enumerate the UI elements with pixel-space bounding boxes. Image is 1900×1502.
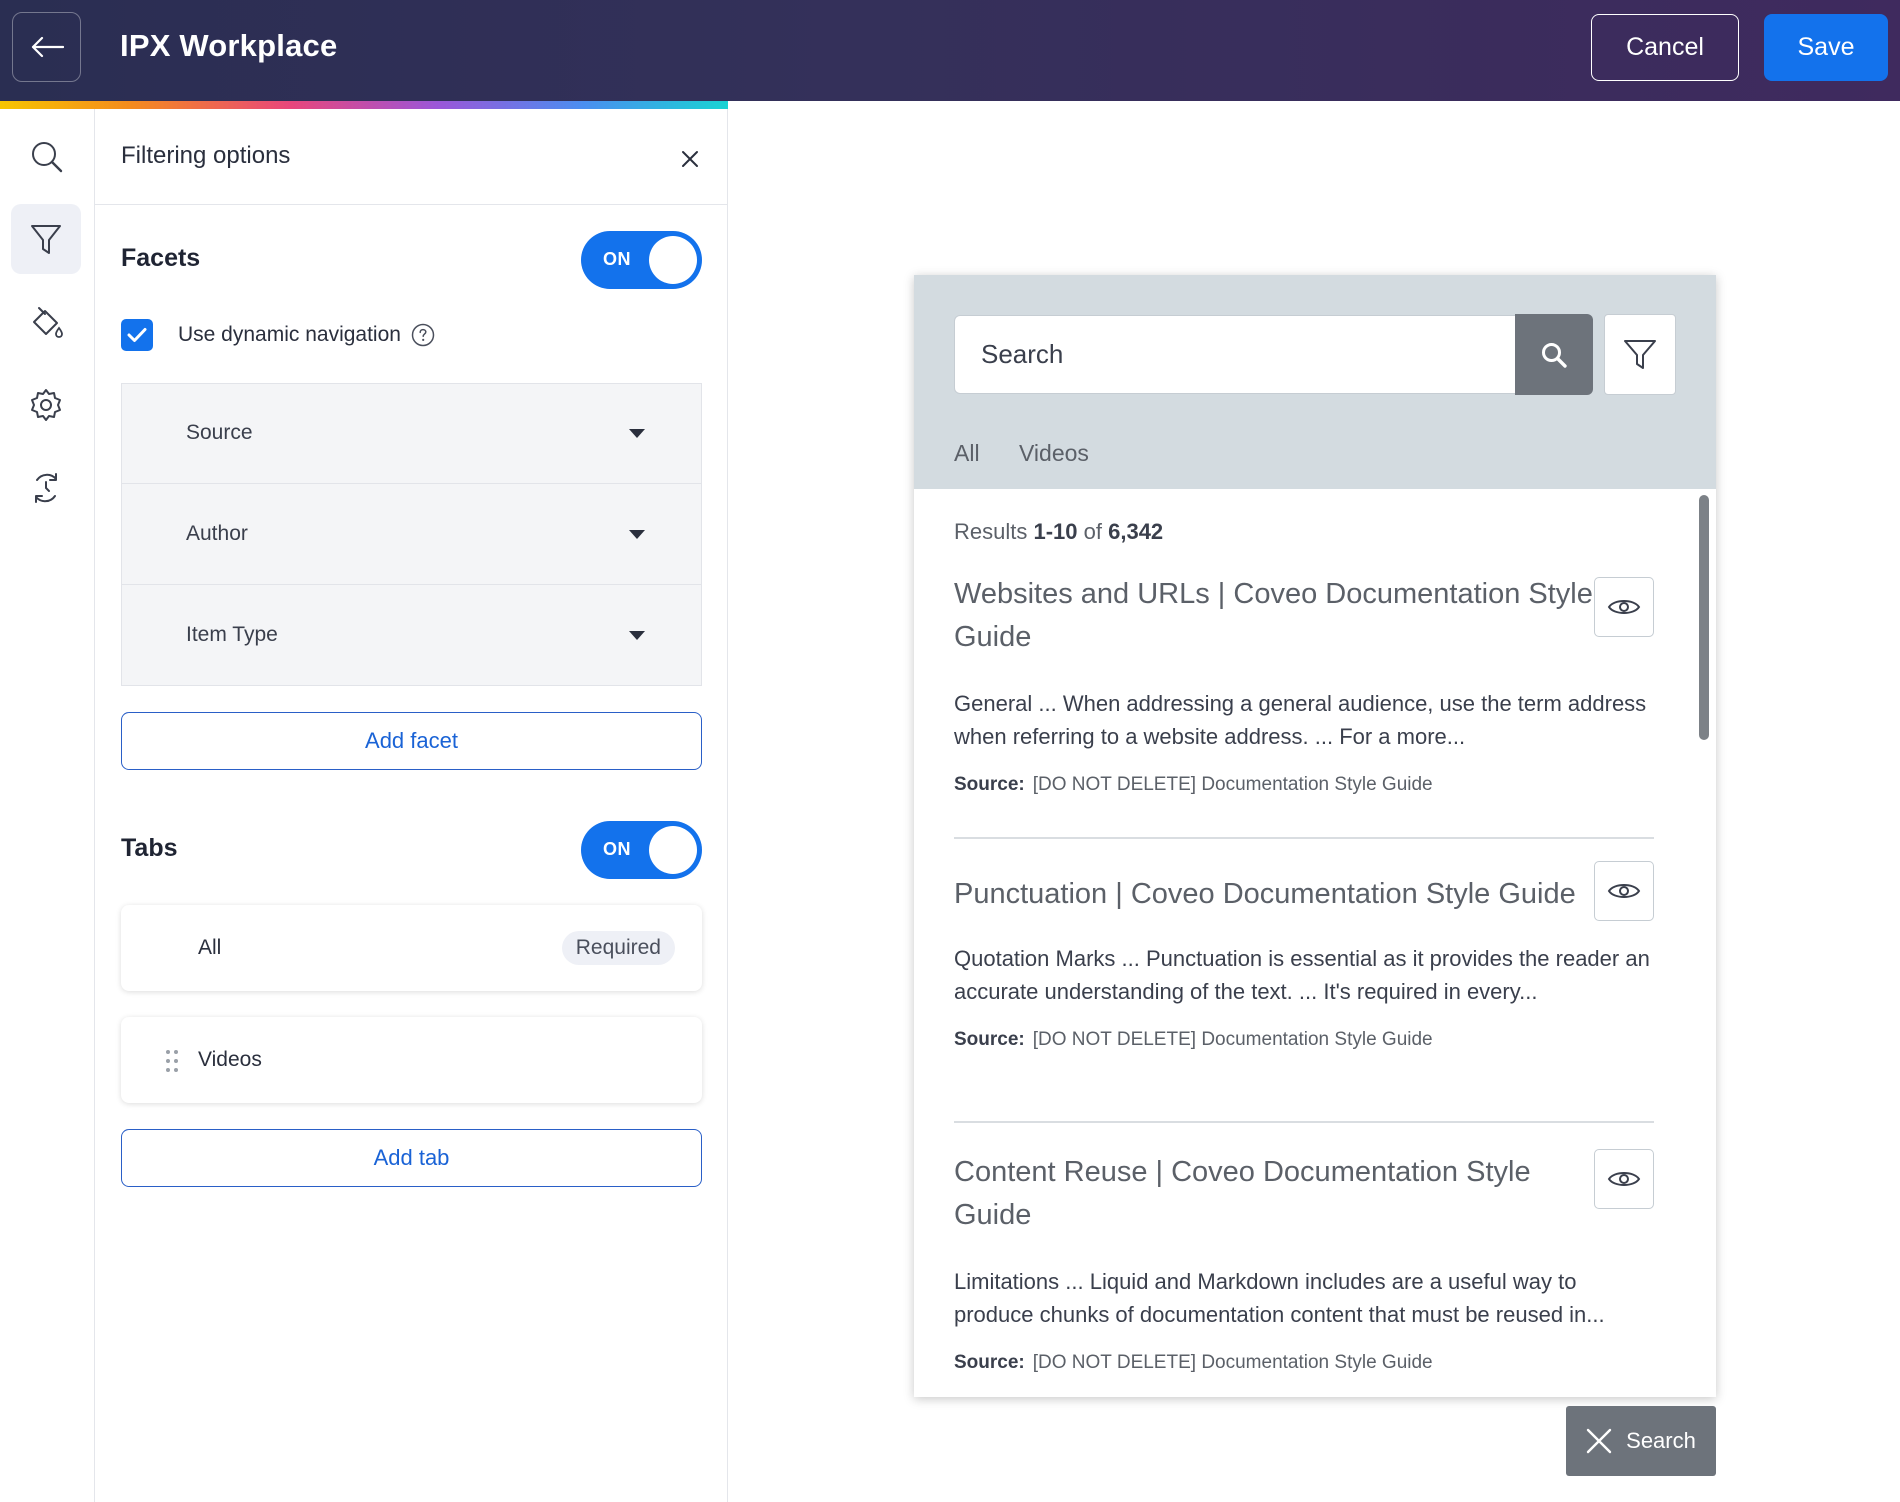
dynamic-navigation-checkbox[interactable] <box>121 319 153 351</box>
eye-icon <box>1607 1172 1641 1186</box>
preview-tab-videos[interactable]: Videos <box>1019 440 1089 467</box>
cancel-button[interactable]: Cancel <box>1591 14 1739 81</box>
back-button[interactable] <box>12 12 81 82</box>
required-badge: Required <box>561 931 675 965</box>
preview-tab-all[interactable]: All <box>954 440 980 467</box>
preview-filter-button[interactable] <box>1604 314 1676 395</box>
facets-label: Facets <box>121 244 201 272</box>
results-list: Results 1-10 of 6,342 Websites and URLs … <box>914 489 1716 1397</box>
close-icon <box>682 151 698 167</box>
checkmark-icon <box>127 328 147 342</box>
source-value: [DO NOT DELETE] Documentation Style Guid… <box>1032 1029 1433 1050</box>
result-divider <box>954 1121 1654 1123</box>
facet-list: Source Author Item Type <box>121 383 702 686</box>
eye-icon <box>1607 600 1641 614</box>
facet-item-source[interactable]: Source <box>122 384 701 484</box>
tabs-toggle[interactable]: ON <box>581 821 702 879</box>
drag-handle-icon[interactable] <box>165 1049 179 1073</box>
toggle-knob <box>649 826 697 874</box>
source-label: Source: <box>954 1029 1025 1050</box>
dynamic-navigation-label: Use dynamic navigation <box>178 323 401 346</box>
results-scrollbar[interactable] <box>1699 495 1709 740</box>
close-icon <box>1586 1428 1612 1454</box>
result-source: Source: [DO NOT DELETE] Documentation Sty… <box>954 1029 1433 1051</box>
result-title-link[interactable]: Websites and URLs | Coveo Documentation … <box>954 573 1594 659</box>
paint-bucket-icon <box>33 307 63 338</box>
caret-down-icon <box>629 631 645 640</box>
preview-search-header: Search All Videos <box>914 275 1716 489</box>
facet-item-author[interactable]: Author <box>122 485 701 585</box>
preview-search-button[interactable] <box>1515 314 1593 395</box>
facets-toggle[interactable]: ON <box>581 231 702 289</box>
preview-search-input[interactable]: Search <box>954 315 1516 394</box>
close-panel-button[interactable] <box>676 145 704 173</box>
summary-of: of <box>1077 519 1109 544</box>
summary-range: 1-10 <box>1033 519 1078 544</box>
quickview-button[interactable] <box>1594 861 1654 921</box>
caret-down-icon <box>629 429 645 438</box>
tab-item-all[interactable]: All Required <box>121 905 702 991</box>
tab-item-videos[interactable]: Videos <box>121 1017 702 1103</box>
source-value: [DO NOT DELETE] Documentation Style Guid… <box>1032 1352 1433 1373</box>
result-excerpt: Quotation Marks ... Punctuation is essen… <box>954 946 1650 1004</box>
rail-filter-button[interactable] <box>11 204 81 274</box>
tab-item-label: All <box>198 936 222 959</box>
toggle-knob <box>649 236 697 284</box>
result-source: Source: [DO NOT DELETE] Documentation Sty… <box>954 774 1433 796</box>
rail-search-button[interactable] <box>11 121 81 191</box>
panel-title: Filtering options <box>121 142 291 169</box>
tab-item-label: Videos <box>198 1048 262 1071</box>
rail-settings-button[interactable] <box>11 370 81 440</box>
progress-gradient-bar <box>0 101 728 109</box>
source-value: [DO NOT DELETE] Documentation Style Guid… <box>1032 774 1433 795</box>
caret-down-icon <box>629 530 645 539</box>
facet-label: Item Type <box>186 623 278 646</box>
app-header: IPX Workplace Cancel Save <box>0 0 1900 101</box>
result-excerpt: General ... When addressing a general au… <box>954 691 1647 749</box>
facet-label: Author <box>186 522 248 545</box>
close-search-label: Search <box>1626 1428 1696 1453</box>
result-title-link[interactable]: Punctuation | Coveo Documentation Style … <box>954 873 1594 916</box>
filtering-options-panel: Filtering options Facets ON Use dynamic … <box>95 109 728 1502</box>
icon-rail <box>0 109 95 1502</box>
result-source: Source: [DO NOT DELETE] Documentation Sty… <box>954 1352 1433 1374</box>
search-page-preview: Search All Videos Results 1-10 of 6,342 … <box>914 275 1716 1397</box>
help-icon[interactable] <box>411 323 435 347</box>
sync-icon <box>35 473 57 503</box>
result-excerpt: Limitations ... Liquid and Markdown incl… <box>954 1269 1605 1327</box>
save-button[interactable]: Save <box>1764 14 1888 81</box>
filter-icon <box>1624 339 1656 369</box>
facets-toggle-text: ON <box>603 249 631 269</box>
tabs-toggle-text: ON <box>603 839 631 859</box>
add-tab-button[interactable]: Add tab <box>121 1129 702 1187</box>
add-facet-button[interactable]: Add facet <box>121 712 702 770</box>
rail-style-button[interactable] <box>11 287 81 357</box>
filter-icon <box>31 225 61 254</box>
facet-label: Source <box>186 421 253 444</box>
quickview-button[interactable] <box>1594 577 1654 637</box>
tabs-label: Tabs <box>121 834 178 862</box>
eye-icon <box>1607 884 1641 898</box>
quickview-button[interactable] <box>1594 1149 1654 1209</box>
results-summary: Results 1-10 of 6,342 <box>954 519 1163 545</box>
search-icon <box>32 142 63 173</box>
summary-total: 6,342 <box>1108 519 1164 544</box>
source-label: Source: <box>954 1352 1025 1373</box>
gear-icon <box>31 389 61 421</box>
rail-sync-button[interactable] <box>11 453 81 523</box>
result-title-link[interactable]: Content Reuse | Coveo Documentation Styl… <box>954 1151 1594 1237</box>
summary-prefix: Results <box>954 519 1034 544</box>
app-title: IPX Workplace <box>120 28 338 63</box>
facet-item-item-type[interactable]: Item Type <box>122 586 701 686</box>
source-label: Source: <box>954 774 1025 795</box>
arrow-left-icon <box>31 36 64 58</box>
close-search-button[interactable]: Search <box>1566 1406 1716 1476</box>
panel-header: Filtering options <box>95 109 728 205</box>
result-divider <box>954 837 1654 839</box>
search-icon <box>1542 342 1567 368</box>
search-placeholder: Search <box>981 339 1064 369</box>
